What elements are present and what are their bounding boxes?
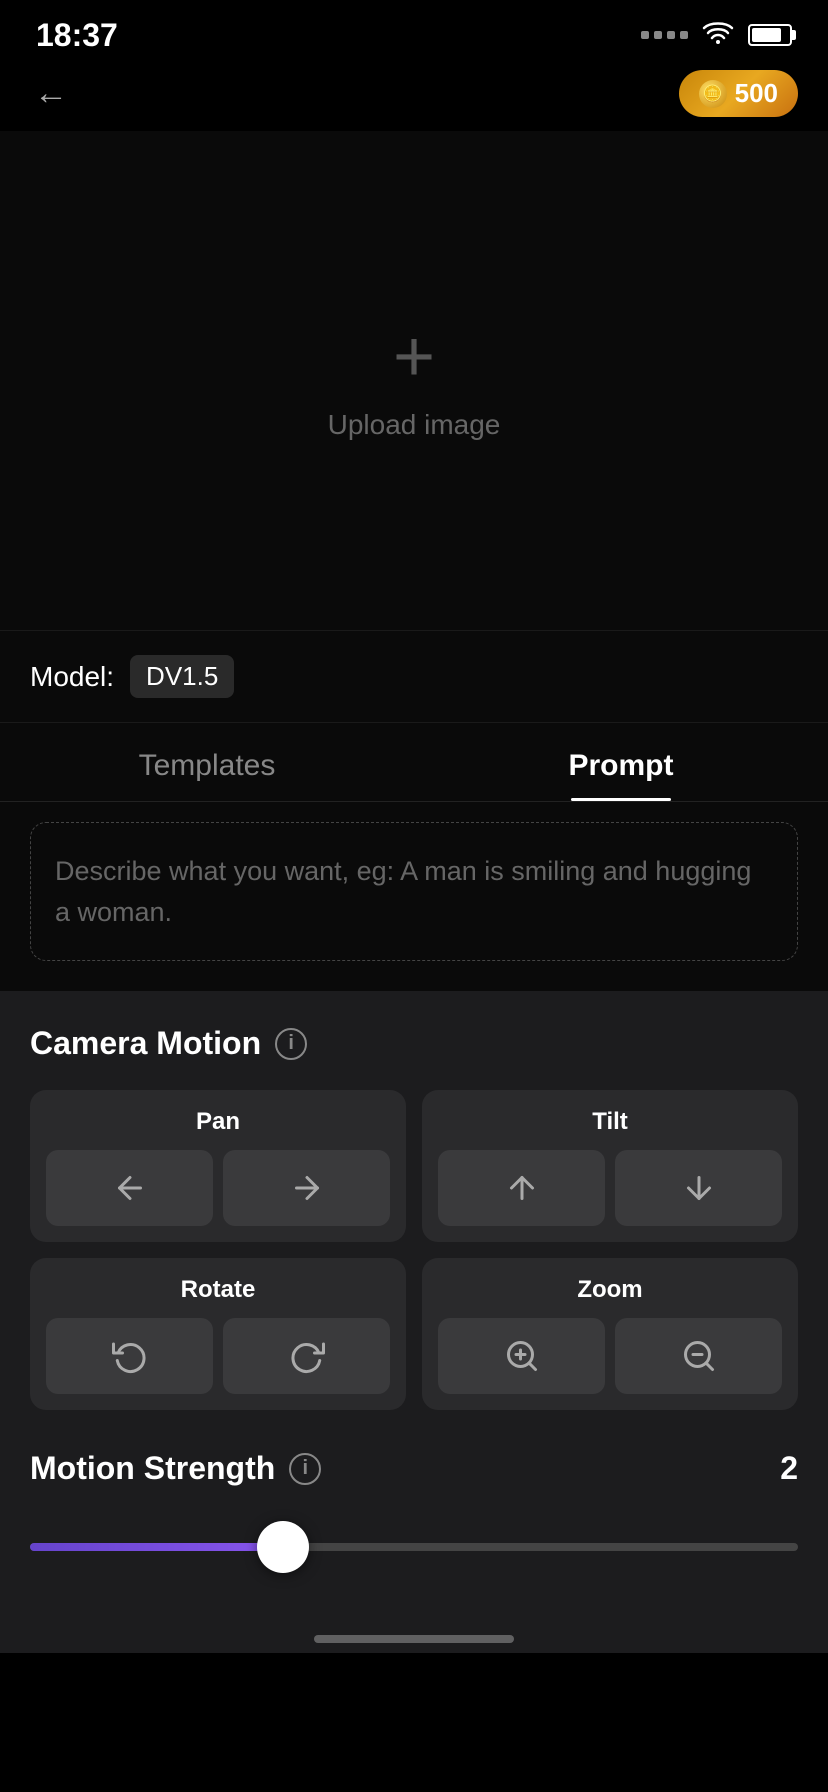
pan-label: Pan bbox=[46, 1108, 390, 1136]
pan-right-button[interactable] bbox=[223, 1150, 390, 1226]
zoom-group: Zoom bbox=[422, 1258, 798, 1410]
rotate-ccw-button[interactable] bbox=[46, 1318, 213, 1394]
motion-strength-info-icon[interactable]: i bbox=[289, 1453, 321, 1485]
prompt-placeholder: Describe what you want, eg: A man is smi… bbox=[55, 856, 751, 927]
status-bar: 18:37 bbox=[0, 0, 828, 60]
rotate-group: Rotate bbox=[30, 1258, 406, 1410]
camera-motion-title: Camera Motion bbox=[30, 1025, 261, 1062]
camera-motion-header: Camera Motion i bbox=[30, 1025, 798, 1062]
signal-icon bbox=[641, 31, 688, 39]
zoom-in-button[interactable] bbox=[438, 1318, 605, 1394]
home-bar bbox=[314, 1635, 514, 1643]
upload-area[interactable]: + Upload image bbox=[0, 131, 828, 631]
motion-left: Motion Strength i bbox=[30, 1450, 321, 1487]
pan-left-button[interactable] bbox=[46, 1150, 213, 1226]
tilt-label: Tilt bbox=[438, 1108, 782, 1136]
coins-amount: 500 bbox=[735, 78, 778, 109]
nav-bar: ← 🪙 500 bbox=[0, 60, 828, 131]
pan-group: Pan bbox=[30, 1090, 406, 1242]
tabs-row: Templates Prompt bbox=[0, 723, 828, 802]
upload-label: Upload image bbox=[328, 409, 501, 441]
wifi-icon bbox=[702, 19, 734, 51]
model-label: Model: bbox=[30, 661, 114, 693]
model-badge[interactable]: DV1.5 bbox=[130, 655, 234, 698]
rotate-label: Rotate bbox=[46, 1276, 390, 1304]
rotate-cw-button[interactable] bbox=[223, 1318, 390, 1394]
camera-motion-section: Camera Motion i Pan Tilt bbox=[0, 991, 828, 1440]
prompt-input-box[interactable]: Describe what you want, eg: A man is smi… bbox=[30, 822, 798, 961]
motion-strength-header: Motion Strength i 2 bbox=[30, 1450, 798, 1487]
tab-prompt[interactable]: Prompt bbox=[414, 723, 828, 801]
zoom-out-button[interactable] bbox=[615, 1318, 782, 1394]
camera-motion-info-icon[interactable]: i bbox=[275, 1028, 307, 1060]
tilt-group: Tilt bbox=[422, 1090, 798, 1242]
status-time: 18:37 bbox=[36, 17, 118, 54]
coins-badge[interactable]: 🪙 500 bbox=[679, 70, 798, 117]
tab-templates[interactable]: Templates bbox=[0, 723, 414, 801]
model-row: Model: DV1.5 bbox=[0, 631, 828, 723]
upload-plus-icon: + bbox=[393, 321, 435, 393]
motion-strength-title: Motion Strength bbox=[30, 1450, 275, 1487]
slider-fill bbox=[30, 1543, 283, 1551]
slider-track bbox=[30, 1543, 798, 1551]
back-button[interactable]: ← bbox=[30, 70, 72, 117]
tilt-buttons bbox=[438, 1150, 782, 1226]
slider-thumb[interactable] bbox=[257, 1521, 309, 1573]
home-indicator bbox=[0, 1617, 828, 1653]
motion-strength-value: 2 bbox=[780, 1450, 798, 1487]
rotate-buttons bbox=[46, 1318, 390, 1394]
prompt-area: Describe what you want, eg: A man is smi… bbox=[0, 802, 828, 991]
status-icons bbox=[641, 19, 792, 51]
pan-buttons bbox=[46, 1150, 390, 1226]
tilt-down-button[interactable] bbox=[615, 1150, 782, 1226]
zoom-label: Zoom bbox=[438, 1276, 782, 1304]
motion-strength-section: Motion Strength i 2 bbox=[0, 1440, 828, 1617]
battery-icon bbox=[748, 24, 792, 46]
motion-strength-slider[interactable] bbox=[30, 1517, 798, 1577]
camera-controls-grid: Pan Tilt Rot bbox=[30, 1090, 798, 1410]
tilt-up-button[interactable] bbox=[438, 1150, 605, 1226]
zoom-buttons bbox=[438, 1318, 782, 1394]
coin-icon: 🪙 bbox=[699, 80, 727, 108]
